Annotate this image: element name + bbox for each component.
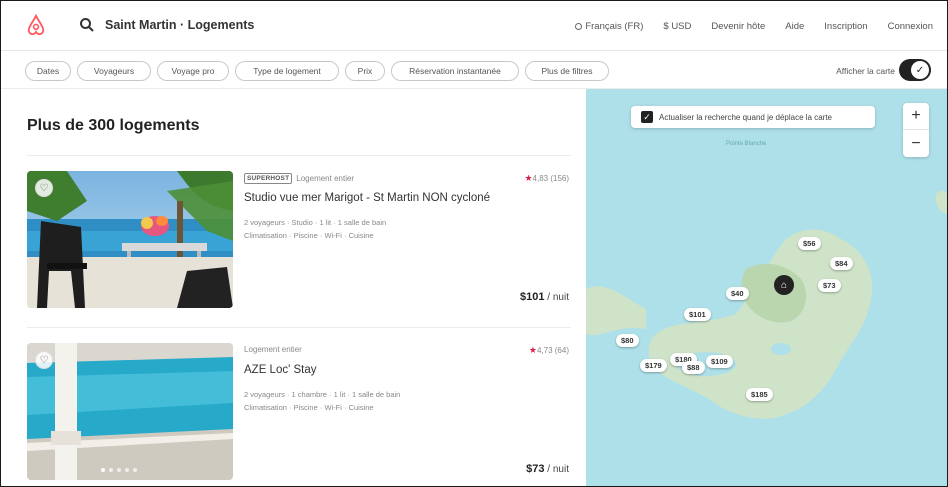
map-price-pin[interactable]: $109	[706, 355, 733, 368]
save-heart-icon[interactable]: ♡	[35, 351, 53, 369]
airbnb-logo-icon[interactable]	[25, 14, 47, 36]
divider	[27, 327, 571, 328]
filter-bar: Dates Voyageurs Voyage pro Type de logem…	[1, 51, 947, 89]
listing-title[interactable]: Studio vue mer Marigot - St Martin NON c…	[244, 192, 490, 204]
price-unit: / nuit	[544, 464, 569, 475]
price-unit: / nuit	[544, 292, 569, 303]
map-panel[interactable]: Pointe Blanche ✓ Actualiser la recherche…	[586, 89, 947, 486]
listing-amenities: Climatisation · Piscine · Wi-Fi · Cuisin…	[244, 231, 374, 240]
map-zoom-control: + −	[903, 103, 929, 157]
divider	[27, 155, 571, 156]
listing-price: $73 / nuit	[526, 463, 569, 475]
filter-instant-book[interactable]: Réservation instantanée	[391, 61, 519, 81]
map-price-pin[interactable]: $179	[640, 359, 667, 372]
currency-selector[interactable]: $ USD	[663, 21, 691, 32]
map-price-pin[interactable]: $73	[818, 279, 841, 292]
help-link[interactable]: Aide	[785, 21, 804, 32]
listing-type-row: Logement entier	[244, 345, 302, 354]
listing-price: $101 / nuit	[520, 291, 569, 303]
selected-location-pin-icon[interactable]: ⌂	[774, 275, 794, 295]
top-header: Saint Martin · Logements Français (FR) $…	[1, 1, 947, 51]
checkbox-checked-icon[interactable]: ✓	[641, 111, 653, 123]
listing-type: Logement entier	[296, 174, 355, 183]
app-window: Saint Martin · Logements Français (FR) $…	[0, 0, 948, 487]
map-price-pin[interactable]: $185	[746, 388, 773, 401]
listing-type: Logement entier	[244, 345, 302, 354]
filter-price[interactable]: Prix	[345, 61, 385, 81]
price-value: $101	[520, 291, 545, 303]
top-nav: Français (FR) $ USD Devenir hôte Aide In…	[555, 1, 933, 51]
map-price-pin[interactable]: $80	[616, 334, 639, 347]
signup-link[interactable]: Inscription	[824, 21, 867, 32]
globe-icon	[575, 22, 583, 30]
filter-home-type[interactable]: Type de logement	[235, 61, 339, 81]
search-bar[interactable]: Saint Martin · Logements	[71, 9, 381, 41]
listing-info: SUPERHOST Logement entier ★4,83 (156) St…	[244, 171, 571, 308]
map-place-label: Pointe Blanche	[726, 141, 767, 147]
map-canvas	[586, 190, 947, 419]
listing-rating: ★4,83 (156)	[524, 173, 569, 184]
listing-info: Logement entier ★4,73 (64) AZE Loc' Stay…	[244, 343, 571, 480]
zoom-in-button[interactable]: +	[903, 103, 929, 130]
listing-capacity: 2 voyageurs · 1 chambre · 1 lit · 1 sall…	[244, 390, 401, 399]
listing-panel: Plus de 300 logements ♡ SUPERHOST Logeme…	[1, 89, 586, 486]
filter-guests[interactable]: Voyageurs	[77, 61, 151, 81]
map-price-pin[interactable]: $40	[726, 287, 749, 300]
show-map-toggle[interactable]: ✓	[899, 59, 931, 81]
listing-photo-image	[27, 343, 233, 480]
check-icon: ✓	[911, 61, 929, 79]
listing-rating: ★4,73 (64)	[529, 345, 569, 356]
rating-value: 4,73 (64)	[536, 346, 569, 355]
listing-photo-image	[27, 171, 233, 308]
star-icon: ★	[524, 173, 533, 183]
photo-carousel-dots[interactable]	[101, 468, 137, 472]
listing-capacity: 2 voyageurs · Studio · 1 lit · 1 salle d…	[244, 218, 387, 227]
map-price-pin[interactable]: $84	[830, 257, 853, 270]
search-query-text: Saint Martin · Logements	[105, 18, 255, 32]
language-selector[interactable]: Français (FR)	[575, 21, 643, 32]
listing-card[interactable]: ♡ Logement entier ★4,73 (64) AZE Loc' St…	[27, 343, 571, 480]
listing-details: 2 voyageurs · Studio · 1 lit · 1 salle d…	[244, 216, 386, 242]
rating-value: 4,83 (156)	[532, 174, 569, 183]
filter-business-travel[interactable]: Voyage pro	[157, 61, 229, 81]
show-map-label: Afficher la carte	[836, 66, 895, 76]
listing-title[interactable]: AZE Loc' Stay	[244, 364, 317, 376]
star-icon: ★	[528, 345, 537, 355]
results-count-title: Plus de 300 logements	[27, 117, 200, 134]
map-price-pin[interactable]: $101	[684, 308, 711, 321]
zoom-out-button[interactable]: −	[903, 130, 929, 157]
save-heart-icon[interactable]: ♡	[35, 179, 53, 197]
update-search-label: Actualiser la recherche quand je déplace…	[659, 112, 832, 122]
listing-type-row: SUPERHOST Logement entier	[244, 173, 354, 184]
login-link[interactable]: Connexion	[888, 21, 933, 32]
become-host-link[interactable]: Devenir hôte	[711, 21, 765, 32]
map-price-pin[interactable]: $56	[798, 237, 821, 250]
listing-details: 2 voyageurs · 1 chambre · 1 lit · 1 sall…	[244, 388, 400, 414]
superhost-badge: SUPERHOST	[244, 173, 293, 184]
search-icon	[80, 18, 94, 32]
listing-photo[interactable]: ♡	[27, 343, 233, 480]
listing-amenities: Climatisation · Piscine · Wi-Fi · Cuisin…	[244, 403, 374, 412]
filter-dates[interactable]: Dates	[25, 61, 71, 81]
price-value: $73	[526, 463, 545, 475]
listing-card[interactable]: ♡ SUPERHOST Logement entier ★4,83 (156) …	[27, 171, 571, 308]
update-search-on-move[interactable]: ✓ Actualiser la recherche quand je dépla…	[631, 106, 875, 128]
filter-more-filters[interactable]: Plus de filtres	[525, 61, 609, 81]
listing-photo[interactable]: ♡	[27, 171, 233, 308]
map-price-pin[interactable]: $88	[682, 361, 705, 374]
